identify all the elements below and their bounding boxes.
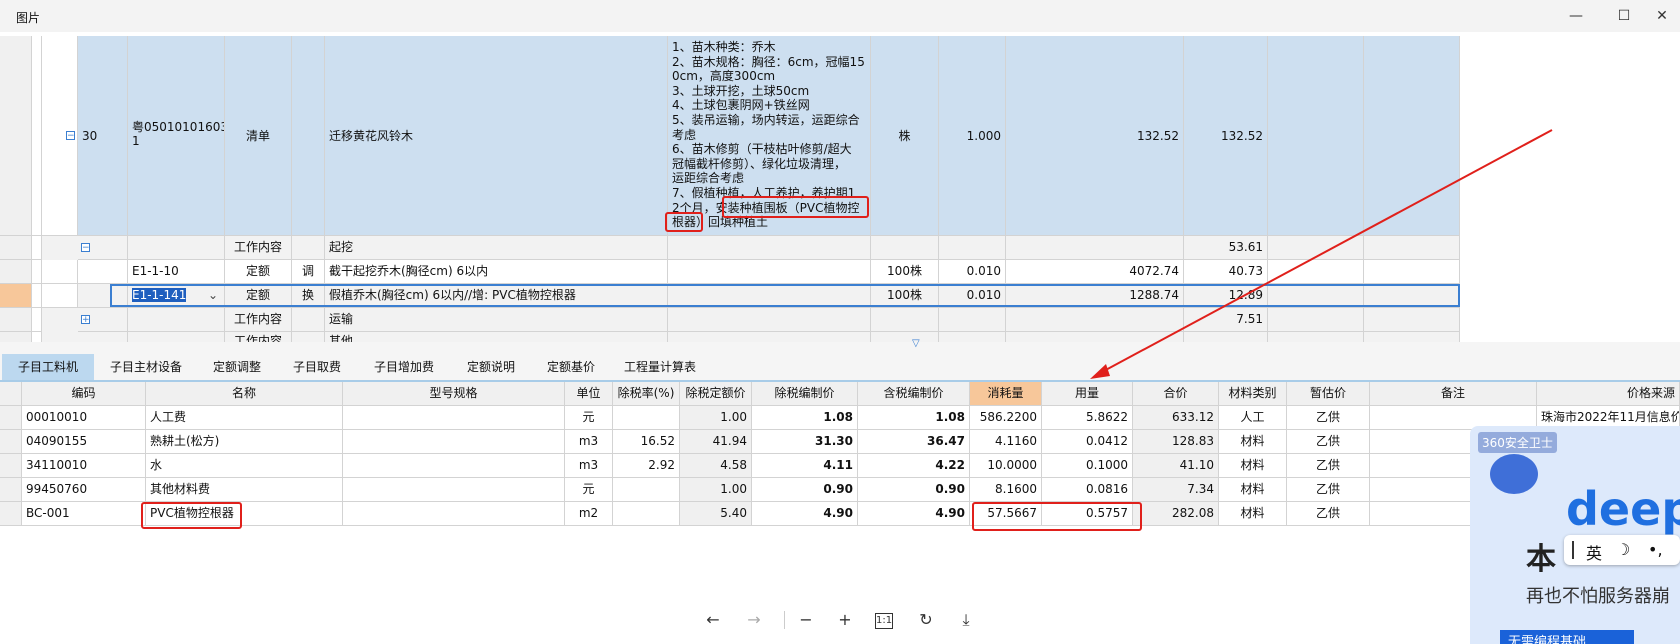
annotation-arrow	[1090, 129, 1553, 379]
whale-logo-icon	[1490, 454, 1538, 494]
moon-icon[interactable]: ☽	[1616, 540, 1630, 559]
arrow-left-icon[interactable]: ←	[702, 609, 724, 631]
rotate-icon[interactable]: ↻	[915, 609, 937, 631]
ime-lang[interactable]: 英	[1586, 540, 1602, 564]
zoom-out-icon[interactable]: −	[795, 609, 817, 631]
ad-cta-button[interactable]: 无需编程基础	[1500, 630, 1634, 644]
ime-handle[interactable]	[1572, 541, 1574, 559]
ad-text: 本	[1526, 542, 1556, 577]
arrow-right-icon[interactable]: →	[743, 609, 765, 631]
ime-toolbar[interactable]: 英 ☽ •,	[1564, 535, 1680, 565]
download-icon[interactable]: ⤓	[955, 609, 977, 631]
punctuation-icon[interactable]: •,	[1648, 540, 1663, 559]
ad-text: 再也不怕服务器崩	[1526, 586, 1670, 607]
divider	[784, 611, 785, 629]
ad-headline: deep	[1566, 482, 1680, 536]
zoom-in-icon[interactable]: +	[834, 609, 856, 631]
ad-brand: 360安全卫士	[1478, 432, 1557, 453]
actual-size-icon[interactable]: 1:1	[875, 613, 893, 629]
